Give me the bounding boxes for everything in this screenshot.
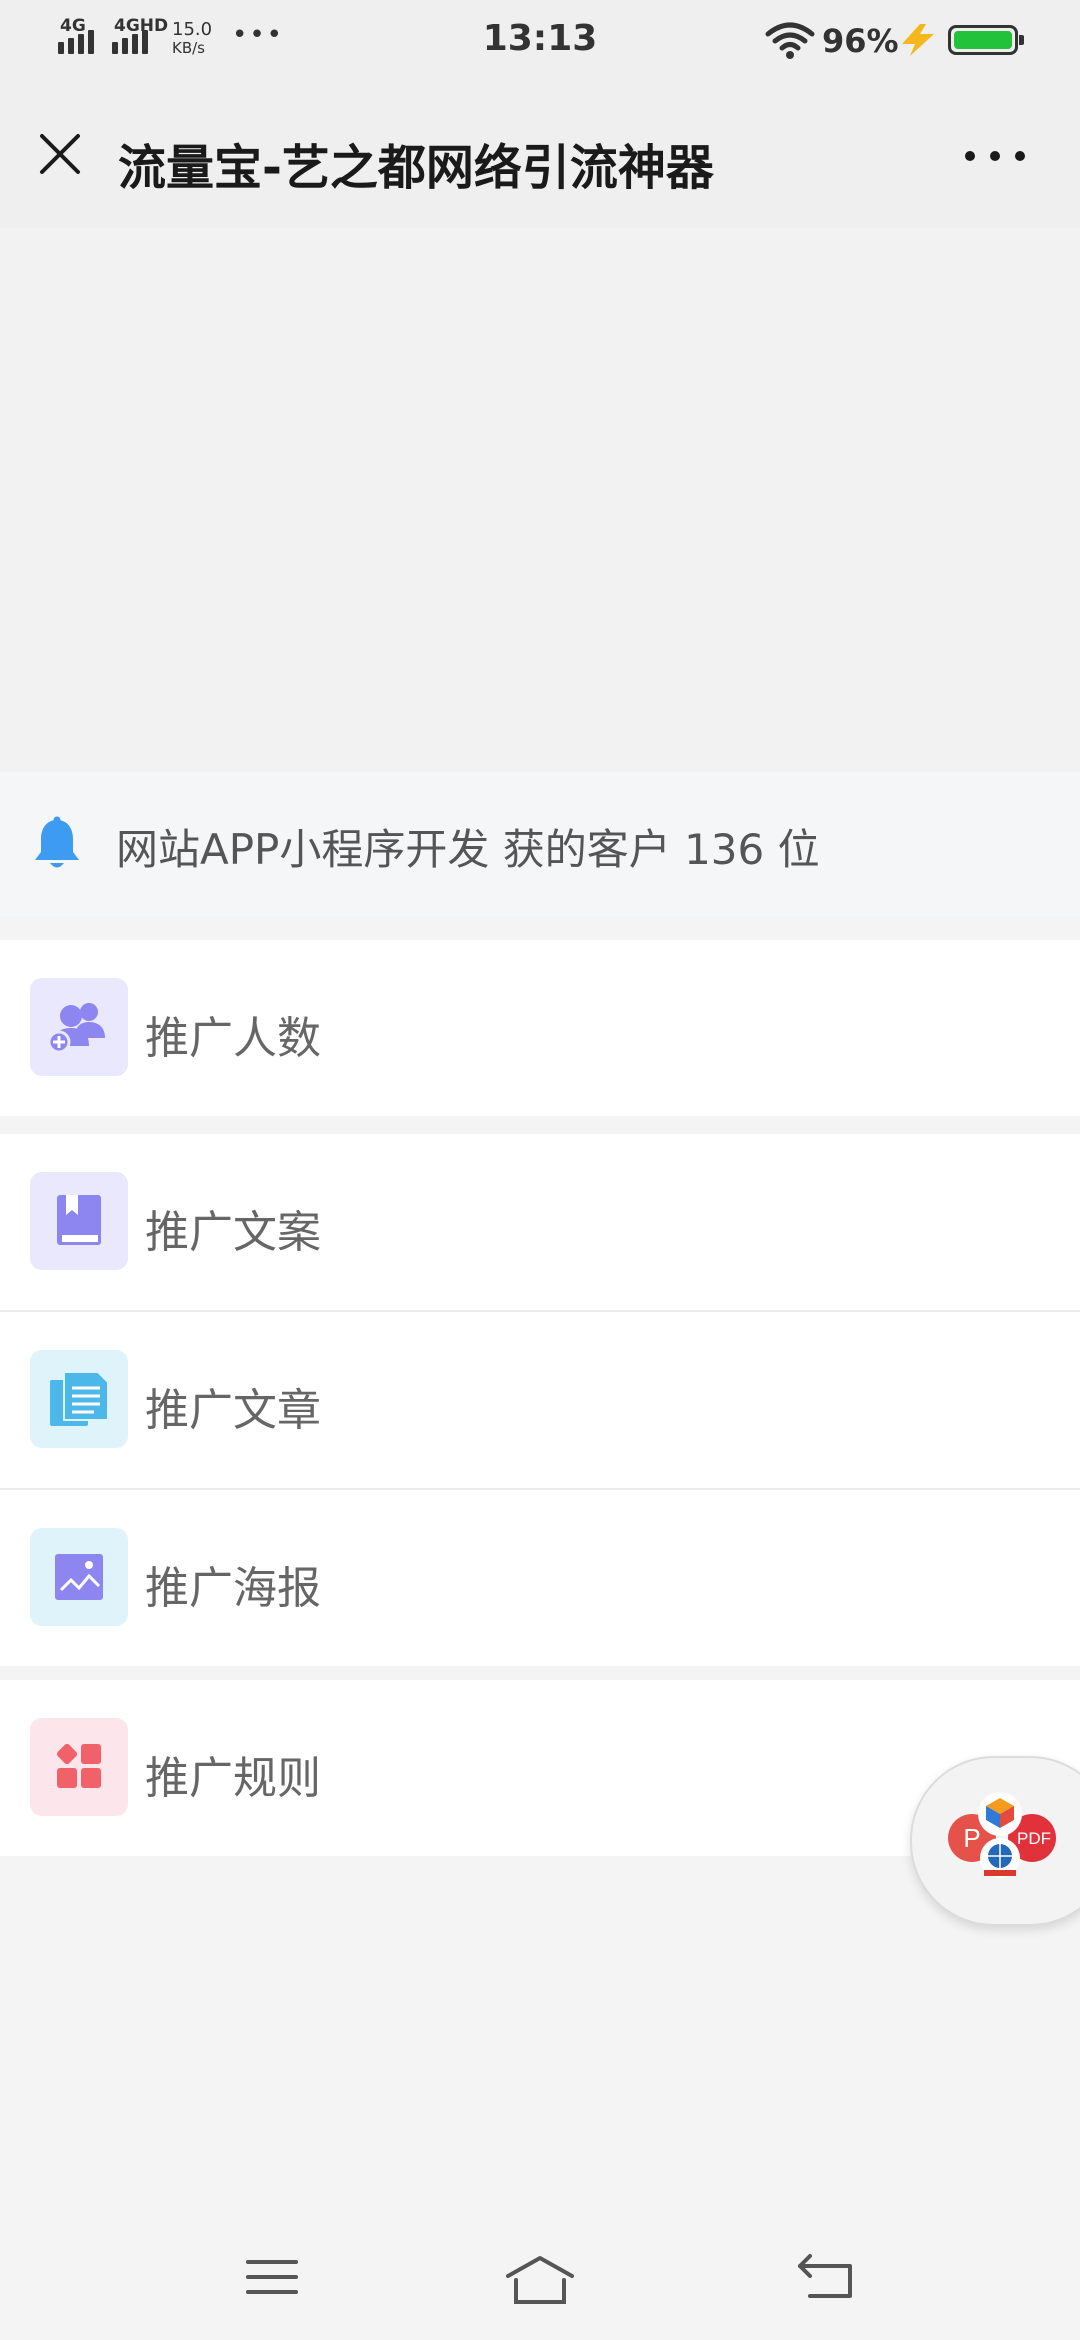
notice-text: 网站APP小程序开发 获的客户 136 位 — [116, 825, 820, 874]
menu-item-label: 推广海报 — [145, 1563, 321, 1614]
menu-item-promotion-count[interactable]: 推广人数 — [0, 940, 1080, 1116]
battery-percentage: 96% — [822, 22, 899, 60]
menu-icon[interactable] — [244, 2252, 300, 2302]
menu-group-2: 推广文案 推广文章 推广海报 — [0, 1134, 1080, 1666]
charging-icon — [902, 24, 934, 56]
system-nav-bar — [0, 2214, 1080, 2340]
home-icon[interactable] — [504, 2252, 576, 2308]
floating-app-button[interactable]: P PDF — [910, 1756, 1080, 1926]
menu-item-promotion-copy[interactable]: 推广文案 — [0, 1134, 1080, 1310]
badge-p: P — [963, 1823, 980, 1853]
menu-item-label: 推广规则 — [145, 1753, 321, 1804]
menu-group-1: 推广人数 — [0, 940, 1080, 1116]
more-icon[interactable] — [960, 136, 1030, 176]
battery-icon — [948, 25, 1024, 55]
banner-area — [0, 228, 1080, 772]
page-title: 流量宝-艺之都网络引流神器 — [118, 140, 714, 196]
close-icon[interactable] — [30, 124, 90, 184]
office-apps-icon: P PDF — [948, 1792, 1056, 1878]
badge-pdf: PDF — [1017, 1829, 1051, 1848]
wifi-icon — [765, 22, 815, 59]
title-bar: 流量宝-艺之都网络引流神器 — [0, 84, 1080, 228]
notice-bar: 网站APP小程序开发 获的客户 136 位 — [0, 772, 1080, 916]
menu-item-label: 推广文案 — [145, 1207, 321, 1258]
bell-icon — [35, 816, 79, 868]
menu-item-label: 推广文章 — [145, 1385, 321, 1436]
status-bar: 4G 4GHD 15.0 KB/s ••• 13:13 96% — [0, 0, 1080, 84]
image-icon — [30, 1528, 128, 1626]
users-icon — [30, 978, 128, 1076]
grid-icon — [30, 1718, 128, 1816]
menu-item-promotion-poster[interactable]: 推广海报 — [0, 1488, 1080, 1666]
book-icon — [30, 1172, 128, 1270]
document-icon — [30, 1350, 128, 1448]
back-icon[interactable] — [796, 2252, 856, 2302]
menu-item-label: 推广人数 — [145, 1013, 321, 1064]
menu-item-promotion-article[interactable]: 推广文章 — [0, 1310, 1080, 1488]
